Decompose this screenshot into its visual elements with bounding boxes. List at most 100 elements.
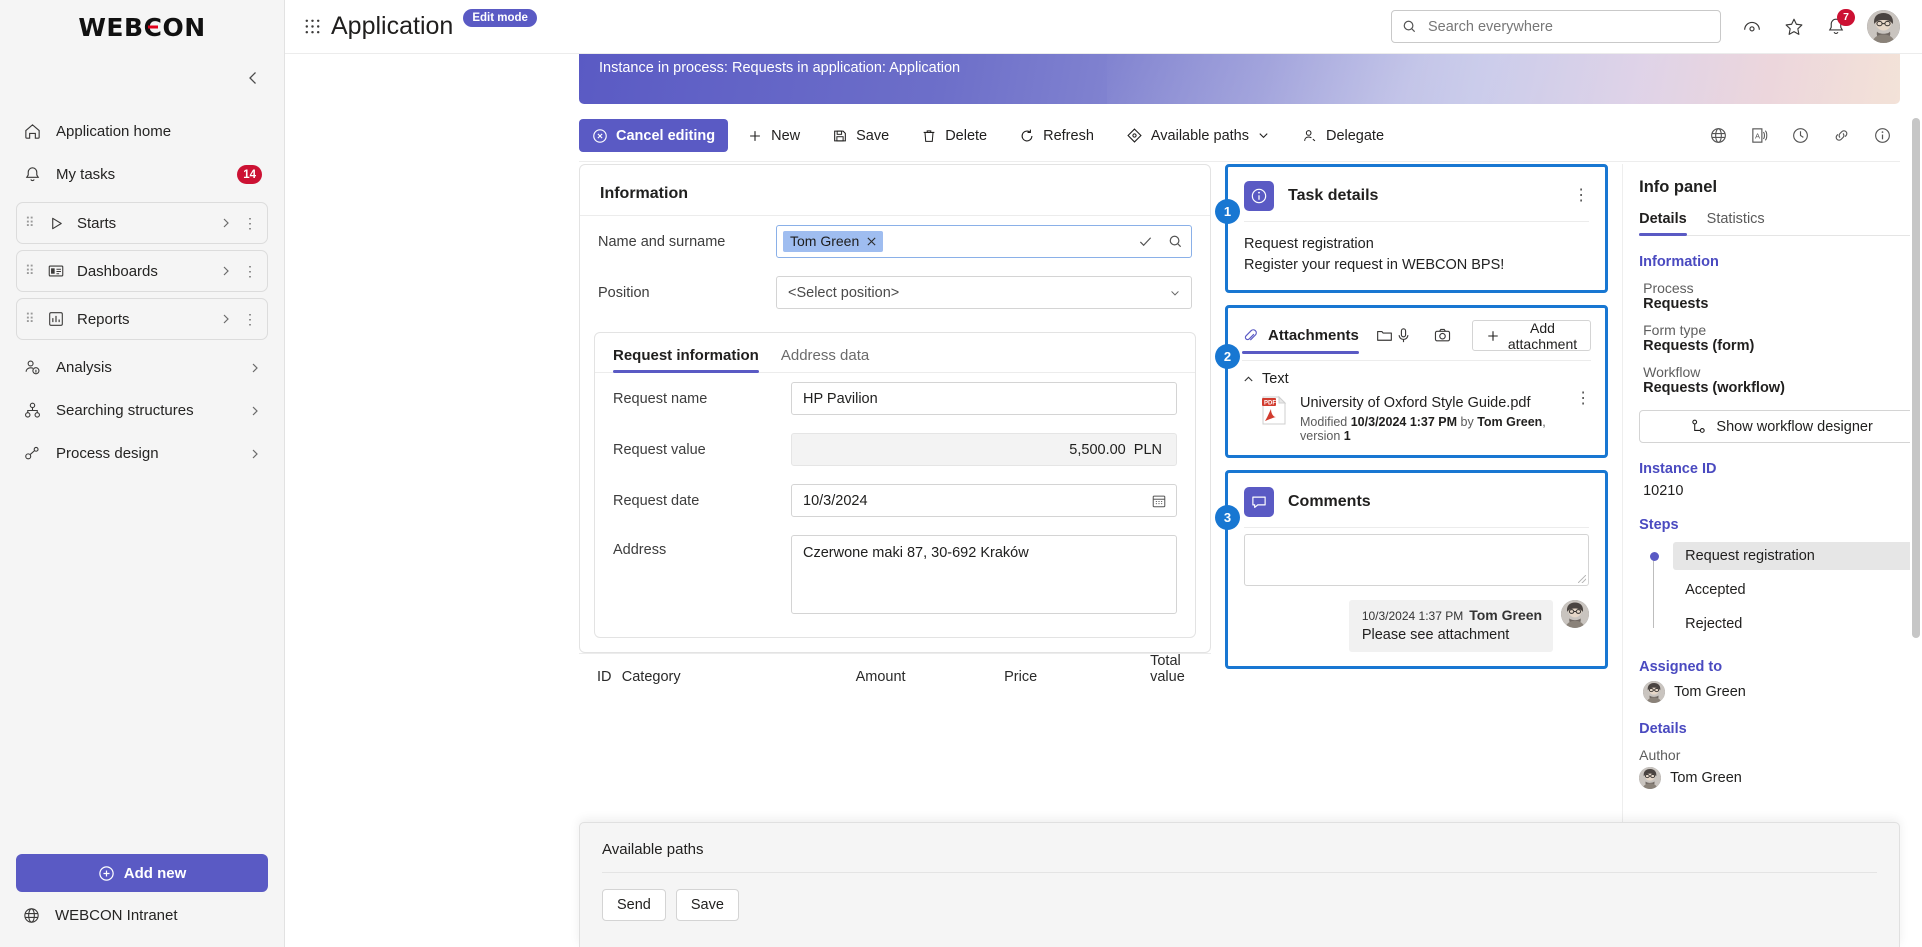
more-options-icon[interactable]: ⋮ [243, 312, 257, 326]
grid-icon[interactable] [299, 17, 325, 36]
save-label: Save [856, 127, 890, 144]
plus-icon [1486, 329, 1500, 343]
field-label: Address [613, 542, 667, 558]
close-icon[interactable] [866, 236, 877, 247]
meta-author: Tom Green [1477, 415, 1543, 430]
tab-details[interactable]: Details [1639, 211, 1687, 236]
history-icon[interactable] [1791, 126, 1810, 145]
comments-header: Comments [1228, 473, 1605, 527]
more-options-icon[interactable]: ⋮ [243, 216, 257, 230]
available-paths-sheet: Available paths Send Save [579, 822, 1900, 947]
person-pill[interactable]: Tom Green [783, 231, 884, 252]
comment-icon [1244, 487, 1274, 518]
info-icon[interactable] [1873, 126, 1892, 145]
drag-handle-icon[interactable]: ⠿ [25, 216, 35, 229]
sidebar-item-my-tasks[interactable]: My tasks 14 [0, 153, 284, 196]
new-button[interactable]: New [734, 119, 813, 152]
chevron-down-icon [1257, 129, 1270, 142]
chevron-right-icon[interactable] [248, 405, 262, 417]
sidebar-collapse-button[interactable] [0, 54, 284, 102]
globe-icon[interactable] [1709, 126, 1728, 145]
position-select[interactable]: <Select position> [776, 276, 1192, 309]
sidebar-item-reports[interactable]: ⠿ Reports ⋮ [16, 298, 268, 340]
people-picker-input[interactable]: Tom Green [776, 225, 1192, 258]
chevron-right-icon[interactable] [248, 448, 262, 460]
request-date-input[interactable] [791, 484, 1177, 517]
sidebar-item-application-home[interactable]: Application home [0, 110, 284, 153]
information-card: Information Name and surname Tom Green P… [579, 164, 1211, 653]
tab-address-data[interactable]: Address data [781, 347, 869, 372]
comment-author: Tom Green [1469, 607, 1543, 624]
address-textarea[interactable]: Czerwone maki 87, 30-692 Kraków [791, 535, 1177, 614]
available-paths-button[interactable]: Available paths [1113, 119, 1283, 152]
bell-icon[interactable]: 7 [1825, 8, 1855, 38]
chevron-right-icon[interactable] [248, 362, 262, 374]
analysis-icon [22, 358, 42, 378]
search-box[interactable] [1391, 10, 1721, 43]
my-tasks-badge: 14 [237, 165, 262, 184]
sidebar-item-label: WEBCON Intranet [55, 907, 178, 924]
column-header-price: Price [1004, 669, 1038, 685]
sidebar-item-label: Reports [77, 310, 130, 328]
step-rejected[interactable]: Rejected [1643, 607, 1922, 641]
attachment-item[interactable]: PDF University of Oxford Style Guide.pdf… [1228, 391, 1605, 455]
translate-icon[interactable]: A [1750, 126, 1769, 145]
meta-date: 10/3/2024 1:37 PM [1350, 415, 1458, 430]
comment-input[interactable] [1244, 534, 1590, 587]
save-button[interactable]: Save [675, 889, 739, 921]
more-options-icon[interactable]: ⋮ [1575, 391, 1591, 407]
request-name-input[interactable] [791, 382, 1177, 415]
add-new-button[interactable]: Add new [16, 854, 268, 892]
chevron-right-icon[interactable] [219, 217, 233, 229]
drag-handle-icon[interactable]: ⠿ [25, 312, 35, 325]
tab-request-information[interactable]: Request information [613, 347, 759, 373]
star-icon[interactable] [1783, 16, 1805, 38]
search-input[interactable] [1426, 17, 1710, 36]
save-button[interactable]: Save [819, 119, 902, 152]
scrollbar-thumb[interactable] [1912, 118, 1920, 638]
tab-statistics[interactable]: Statistics [1707, 211, 1765, 235]
calendar-icon[interactable] [1151, 484, 1167, 517]
top-bar-actions: 7 [1391, 8, 1900, 43]
diamond-icon [1126, 127, 1143, 144]
folder-icon[interactable] [1375, 326, 1394, 354]
sidebar-item-dashboards[interactable]: ⠿ Dashboards ⋮ [16, 250, 268, 292]
chevron-right-icon[interactable] [219, 265, 233, 277]
add-attachment-button[interactable]: Add attachment [1471, 320, 1592, 352]
refresh-button[interactable]: Refresh [1006, 119, 1107, 152]
drag-handle-icon[interactable]: ⠿ [25, 264, 35, 277]
step-request-registration[interactable]: Request registration [1643, 539, 1922, 573]
attachment-group-text[interactable]: Text [1228, 361, 1605, 391]
show-workflow-designer-button[interactable]: Show workflow designer [1639, 410, 1922, 443]
cancel-editing-button[interactable]: Cancel editing [579, 119, 729, 152]
more-options-icon[interactable]: ⋮ [243, 264, 257, 278]
request-tabs-card: Request information Address data Request… [594, 332, 1196, 638]
search-icon[interactable] [1168, 234, 1183, 249]
delete-button[interactable]: Delete [908, 119, 1000, 152]
notification-badge: 7 [1837, 8, 1855, 26]
value-workflow: Requests (workflow) [1643, 380, 1785, 396]
chevron-right-icon[interactable] [219, 313, 233, 325]
sidebar-item-webcon-intranet[interactable]: WEBCON Intranet [16, 892, 268, 931]
page-scrollbar[interactable] [1910, 108, 1922, 947]
tab-attachments[interactable]: Attachments [1242, 327, 1359, 355]
person-pill-label: Tom Green [790, 233, 860, 249]
link-icon[interactable] [1832, 126, 1851, 145]
items-table-header: ID Category Amount Price Total value [579, 653, 1211, 685]
column-header-amount: Amount [855, 669, 906, 685]
sidebar-item-searching-structures[interactable]: Searching structures [0, 389, 284, 432]
check-icon[interactable] [1138, 234, 1153, 249]
field-label: Request name [613, 390, 708, 407]
send-button[interactable]: Send [602, 889, 666, 921]
delegate-button[interactable]: Delegate [1289, 119, 1397, 152]
microphone-icon[interactable] [1394, 326, 1413, 345]
eye-icon[interactable] [1741, 16, 1763, 38]
comments-list: 10/3/2024 1:37 PM Tom Green Please see at… [1228, 586, 1605, 666]
sidebar-item-process-design[interactable]: Process design [0, 432, 284, 475]
step-accepted[interactable]: Accepted [1643, 573, 1922, 607]
camera-icon[interactable] [1433, 326, 1452, 345]
avatar[interactable] [1867, 10, 1900, 43]
more-options-icon[interactable]: ⋮ [1573, 188, 1589, 204]
sidebar-item-analysis[interactable]: Analysis [0, 346, 284, 389]
sidebar-item-starts[interactable]: ⠿ Starts ⋮ [16, 202, 268, 244]
